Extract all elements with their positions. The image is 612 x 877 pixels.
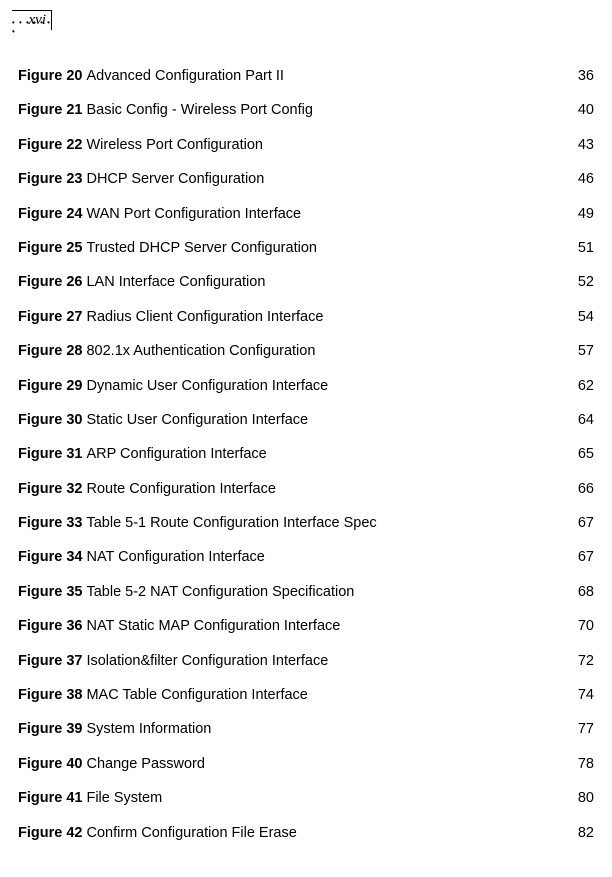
figure-label: Figure 29 xyxy=(18,378,82,394)
figure-entry: Figure 39 System Information 77 xyxy=(18,721,594,737)
figure-entry: Figure 29 Dynamic User Configuration Int… xyxy=(18,378,594,394)
figure-entry: Figure 34 NAT Configuration Interface 67 xyxy=(18,549,594,565)
figure-entry: Figure 36 NAT Static MAP Configuration I… xyxy=(18,618,594,634)
figure-page: 78 xyxy=(578,756,594,772)
figure-label: Figure 37 xyxy=(18,653,82,669)
figure-title: Static User Configuration Interface xyxy=(86,412,308,428)
figure-title: LAN Interface Configuration xyxy=(86,274,265,290)
figure-title: Radius Client Configuration Interface xyxy=(86,309,323,325)
figure-entry: Figure 28 802.1x Authentication Configur… xyxy=(18,343,594,359)
figure-page: 66 xyxy=(578,481,594,497)
figure-title: Wireless Port Configuration xyxy=(86,137,263,153)
figure-label: Figure 27 xyxy=(18,309,82,325)
figure-label: Figure 36 xyxy=(18,618,82,634)
figure-entry: Figure 24 WAN Port Configuration Interfa… xyxy=(18,206,594,222)
figure-label: Figure 35 xyxy=(18,584,82,600)
figure-page: 72 xyxy=(578,653,594,669)
figure-page: 77 xyxy=(578,721,594,737)
figure-label: Figure 33 xyxy=(18,515,82,531)
figure-entry: Figure 37 Isolation&filter Configuration… xyxy=(18,653,594,669)
figure-label: Figure 32 xyxy=(18,481,82,497)
figure-label: Figure 31 xyxy=(18,446,82,462)
figure-label: Figure 40 xyxy=(18,756,82,772)
figure-entry: Figure 41 File System 80 xyxy=(18,790,594,806)
figure-page: 52 xyxy=(578,274,594,290)
figure-label: Figure 34 xyxy=(18,549,82,565)
figure-entry: Figure 22 Wireless Port Configuration 43 xyxy=(18,137,594,153)
figure-title: MAC Table Configuration Interface xyxy=(86,687,307,703)
figure-label: Figure 42 xyxy=(18,825,82,841)
figure-title: Table 5-1 Route Configuration Interface … xyxy=(86,515,376,531)
figure-page: 64 xyxy=(578,412,594,428)
figure-entry: Figure 31 ARP Configuration Interface 65 xyxy=(18,446,594,462)
figure-entry: Figure 42 Confirm Configuration File Era… xyxy=(18,825,594,841)
figure-page: 65 xyxy=(578,446,594,462)
figure-title: NAT Static MAP Configuration Interface xyxy=(86,618,340,634)
figure-entry: Figure 30 Static User Configuration Inte… xyxy=(18,412,594,428)
figure-page: 67 xyxy=(578,515,594,531)
figure-entry: Figure 20 Advanced Configuration Part II… xyxy=(18,68,594,84)
figure-page: 74 xyxy=(578,687,594,703)
figure-entry: Figure 25 Trusted DHCP Server Configurat… xyxy=(18,240,594,256)
figure-entry: Figure 23 DHCP Server Configuration 46 xyxy=(18,171,594,187)
figure-entry: Figure 40 Change Password 78 xyxy=(18,756,594,772)
figure-label: Figure 28 xyxy=(18,343,82,359)
figure-entry: Figure 27 Radius Client Configuration In… xyxy=(18,309,594,325)
page: xvi • • • • • • • Figure 20 Advanced Con… xyxy=(0,0,612,877)
figure-page: 67 xyxy=(578,549,594,565)
figure-title: DHCP Server Configuration xyxy=(86,171,264,187)
figure-entry: Figure 38 MAC Table Configuration Interf… xyxy=(18,687,594,703)
figure-page: 51 xyxy=(578,240,594,256)
figure-page: 70 xyxy=(578,618,594,634)
figure-title: Dynamic User Configuration Interface xyxy=(86,378,328,394)
page-number-rule xyxy=(12,10,52,11)
figure-title: File System xyxy=(86,790,162,806)
page-number-box: xvi • • • • • • • xyxy=(12,10,52,38)
figure-title: NAT Configuration Interface xyxy=(86,549,264,565)
figure-label: Figure 26 xyxy=(18,274,82,290)
figure-page: 40 xyxy=(578,102,594,118)
figure-page: 46 xyxy=(578,171,594,187)
figure-title: Trusted DHCP Server Configuration xyxy=(86,240,317,256)
figure-label: Figure 22 xyxy=(18,137,82,153)
figure-label: Figure 30 xyxy=(18,412,82,428)
figure-label: Figure 41 xyxy=(18,790,82,806)
figure-page: 62 xyxy=(578,378,594,394)
figure-page: 43 xyxy=(578,137,594,153)
figure-entry: Figure 26 LAN Interface Configuration 52 xyxy=(18,274,594,290)
figure-title: ARP Configuration Interface xyxy=(86,446,266,462)
figure-label: Figure 39 xyxy=(18,721,82,737)
figure-page: 49 xyxy=(578,206,594,222)
figure-entry: Figure 35 Table 5-2 NAT Configuration Sp… xyxy=(18,584,594,600)
figure-page: 36 xyxy=(578,68,594,84)
figure-title: Table 5-2 NAT Configuration Specificatio… xyxy=(86,584,354,600)
figure-page: 57 xyxy=(578,343,594,359)
figure-page: 54 xyxy=(578,309,594,325)
figure-page: 82 xyxy=(578,825,594,841)
figure-title: Confirm Configuration File Erase xyxy=(86,825,296,841)
figure-label: Figure 38 xyxy=(18,687,82,703)
figure-label: Figure 23 xyxy=(18,171,82,187)
figure-list: Figure 20 Advanced Configuration Part II… xyxy=(18,68,594,841)
figure-title: Advanced Configuration Part II xyxy=(86,68,283,84)
figure-title: System Information xyxy=(86,721,211,737)
figure-title: WAN Port Configuration Interface xyxy=(86,206,301,222)
figure-label: Figure 25 xyxy=(18,240,82,256)
figure-page: 80 xyxy=(578,790,594,806)
figure-label: Figure 20 xyxy=(18,68,82,84)
figure-entry: Figure 33 Table 5-1 Route Configuration … xyxy=(18,515,594,531)
figure-label: Figure 24 xyxy=(18,206,82,222)
figure-title: Basic Config - Wireless Port Config xyxy=(86,102,312,118)
figure-title: 802.1x Authentication Configuration xyxy=(86,343,315,359)
page-number-dots: • • • • • • • xyxy=(12,18,52,36)
figure-entry: Figure 32 Route Configuration Interface 6… xyxy=(18,481,594,497)
figure-title: Change Password xyxy=(86,756,205,772)
figure-title: Route Configuration Interface xyxy=(86,481,275,497)
figure-entry: Figure 21 Basic Config - Wireless Port C… xyxy=(18,102,594,118)
figure-page: 68 xyxy=(578,584,594,600)
figure-title: Isolation&filter Configuration Interface xyxy=(86,653,328,669)
figure-label: Figure 21 xyxy=(18,102,82,118)
